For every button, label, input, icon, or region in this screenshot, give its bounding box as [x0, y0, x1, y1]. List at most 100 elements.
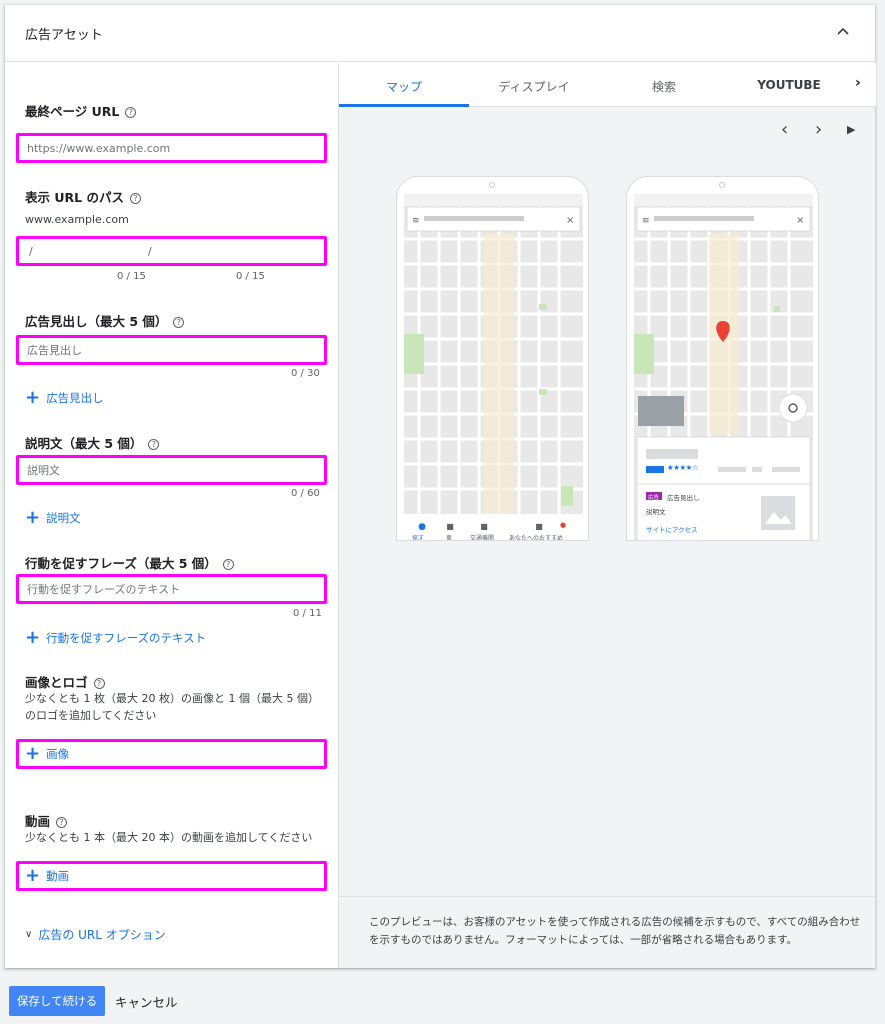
- tabs-next-icon[interactable]: ›: [855, 75, 861, 91]
- svg-text:■: ■: [446, 522, 454, 531]
- asset-form: 最終ページ URL? 表示 URL のパス? www.example.com /…: [5, 63, 338, 968]
- chevron-up-icon[interactable]: [835, 24, 851, 40]
- ad-assets-panel: 広告アセット 最終ページ URL? 表示 URL のパス? www.exampl…: [5, 5, 876, 968]
- descriptions-label: 説明文（最大 5 個）?: [25, 433, 160, 452]
- description-counter: 0 / 60: [291, 488, 320, 499]
- url-options-toggle[interactable]: ∨ 広告の URL オプション: [25, 926, 166, 943]
- nav-car: 車: [446, 535, 453, 541]
- images-label: 画像とロゴ?: [25, 672, 105, 691]
- add-cta-button[interactable]: + 行動を促すフレーズのテキスト: [25, 629, 206, 647]
- help-icon[interactable]: ?: [148, 439, 160, 450]
- svg-text:×: ×: [566, 215, 574, 226]
- help-icon[interactable]: ?: [173, 317, 185, 328]
- phone-camera: [719, 182, 725, 188]
- preview-divider: [339, 896, 876, 897]
- help-icon[interactable]: ?: [93, 678, 105, 689]
- path2-input[interactable]: [154, 239, 274, 263]
- cancel-button[interactable]: キャンセル: [115, 986, 178, 1016]
- ad-headline-preview: 広告見出し: [667, 494, 700, 502]
- preview-note: このプレビューは、お客様のアセットを使って作成される広告の候補を示すもので、すべ…: [369, 916, 861, 946]
- panel-title: 広告アセット: [25, 28, 103, 43]
- path-separator-2: /: [148, 245, 152, 258]
- url-options-label: 広告の URL オプション: [38, 928, 166, 942]
- phone-camera: [489, 182, 495, 188]
- path2-counter: 0 / 15: [236, 271, 265, 282]
- cta-label-text: 行動を促すフレーズ（最大 5 個）: [25, 556, 217, 571]
- headline-field[interactable]: [16, 335, 327, 365]
- rating-stars: ★★★★☆: [667, 463, 699, 472]
- add-cta-label: 行動を促すフレーズのテキスト: [46, 631, 207, 645]
- svg-text:×: ×: [796, 215, 804, 226]
- add-video-button[interactable]: + 動画: [16, 861, 327, 891]
- panel-header[interactable]: 広告アセット: [5, 5, 875, 62]
- svg-text:■: ■: [480, 522, 488, 531]
- help-icon[interactable]: ?: [56, 817, 68, 828]
- final-url-field[interactable]: [16, 133, 327, 163]
- videos-label: 動画?: [25, 811, 68, 830]
- images-label-text: 画像とロゴ: [25, 675, 88, 690]
- tab-search[interactable]: 検索: [599, 78, 729, 95]
- preview-tabs: マップ ディスプレイ 検索 YOUTUBE ›: [339, 63, 876, 107]
- map-graphic: ≡ ×: [634, 194, 813, 540]
- svg-text:●: ●: [418, 522, 426, 532]
- nav-transit: 交通機関: [470, 535, 495, 541]
- map-screen-1: ≡ × ● ■ ■ ■ ● 探す 車 交通機関 あなたへのおすすめ: [404, 194, 583, 541]
- headline-counter: 0 / 30: [291, 368, 320, 379]
- plus-icon: +: [25, 387, 41, 408]
- descriptions-label-text: 説明文（最大 5 個）: [25, 436, 143, 451]
- plus-icon: +: [25, 865, 41, 886]
- add-image-label: 画像: [46, 747, 70, 761]
- preview-panel: マップ ディスプレイ 検索 YOUTUBE › ‹ › ▶ ≡ × ● ■ ■ …: [338, 63, 876, 968]
- display-domain: www.example.com: [25, 213, 129, 226]
- add-image-button[interactable]: + 画像: [16, 739, 327, 769]
- add-description-button[interactable]: + 説明文: [25, 509, 81, 527]
- active-tab-indicator: [339, 104, 469, 107]
- headlines-label: 広告見出し（最大 5 個）?: [25, 311, 185, 330]
- help-icon[interactable]: ?: [129, 193, 141, 204]
- cta-field[interactable]: [16, 574, 327, 604]
- ad-description-preview: 説明文: [646, 508, 666, 516]
- display-path-label-text: 表示 URL のパス: [25, 190, 124, 205]
- phone-preview-2: ≡ × ★★★★☆ 広告 広告見出し 説明文 サイトにアクセス: [626, 176, 819, 541]
- headline-input[interactable]: [19, 338, 324, 362]
- images-description: 少なくとも 1 枚（最大 20 枚）の画像と 1 個（最大 5 個）のロゴを追加…: [25, 692, 314, 722]
- svg-text:■: ■: [535, 522, 543, 531]
- description-field[interactable]: [16, 455, 327, 485]
- svg-text:●: ●: [560, 521, 566, 529]
- help-icon[interactable]: ?: [125, 107, 137, 118]
- final-url-label-text: 最終ページ URL: [25, 104, 120, 119]
- path1-input[interactable]: [35, 239, 135, 263]
- help-icon[interactable]: ?: [222, 559, 234, 570]
- map-screen-2: ≡ × ★★★★☆ 広告 広告見出し 説明文 サイトにアクセス: [634, 194, 813, 540]
- plus-icon: +: [25, 743, 41, 764]
- plus-icon: +: [25, 507, 41, 528]
- final-url-input[interactable]: [19, 136, 324, 160]
- cta-counter: 0 / 11: [293, 608, 322, 619]
- display-path-field[interactable]: / /: [16, 236, 327, 266]
- chevron-down-icon: ∨: [25, 929, 33, 940]
- nav-explore: 探す: [412, 535, 425, 541]
- play-icon[interactable]: ▶: [847, 123, 855, 136]
- add-description-label: 説明文: [46, 511, 81, 525]
- final-url-label: 最終ページ URL?: [25, 101, 137, 120]
- nav-for-you: あなたへのおすすめ: [509, 535, 564, 541]
- description-input[interactable]: [19, 458, 324, 482]
- phone-preview-1: ≡ × ● ■ ■ ■ ● 探す 車 交通機関 あなたへのおすすめ: [396, 176, 589, 541]
- tab-display[interactable]: ディスプレイ: [469, 78, 599, 95]
- cta-input[interactable]: [19, 577, 324, 601]
- videos-label-text: 動画: [25, 814, 51, 829]
- add-video-label: 動画: [46, 869, 70, 883]
- path-separator-1: /: [29, 245, 33, 258]
- map-graphic: ≡ × ● ■ ■ ■ ●: [404, 194, 583, 540]
- chevron-left-icon[interactable]: ‹: [781, 119, 788, 140]
- cta-label: 行動を促すフレーズ（最大 5 個）?: [25, 553, 234, 572]
- tab-youtube[interactable]: YOUTUBE: [729, 78, 849, 92]
- videos-description: 少なくとも 1 本（最大 20 本）の動画を追加してください: [25, 831, 313, 844]
- chevron-right-icon[interactable]: ›: [815, 119, 822, 140]
- plus-icon: +: [25, 627, 41, 648]
- add-headline-label: 広告見出し: [46, 391, 104, 405]
- add-headline-button[interactable]: + 広告見出し: [25, 389, 104, 407]
- save-continue-button[interactable]: 保存して続ける: [9, 986, 105, 1016]
- display-path-label: 表示 URL のパス?: [25, 187, 141, 206]
- tab-map[interactable]: マップ: [339, 78, 469, 95]
